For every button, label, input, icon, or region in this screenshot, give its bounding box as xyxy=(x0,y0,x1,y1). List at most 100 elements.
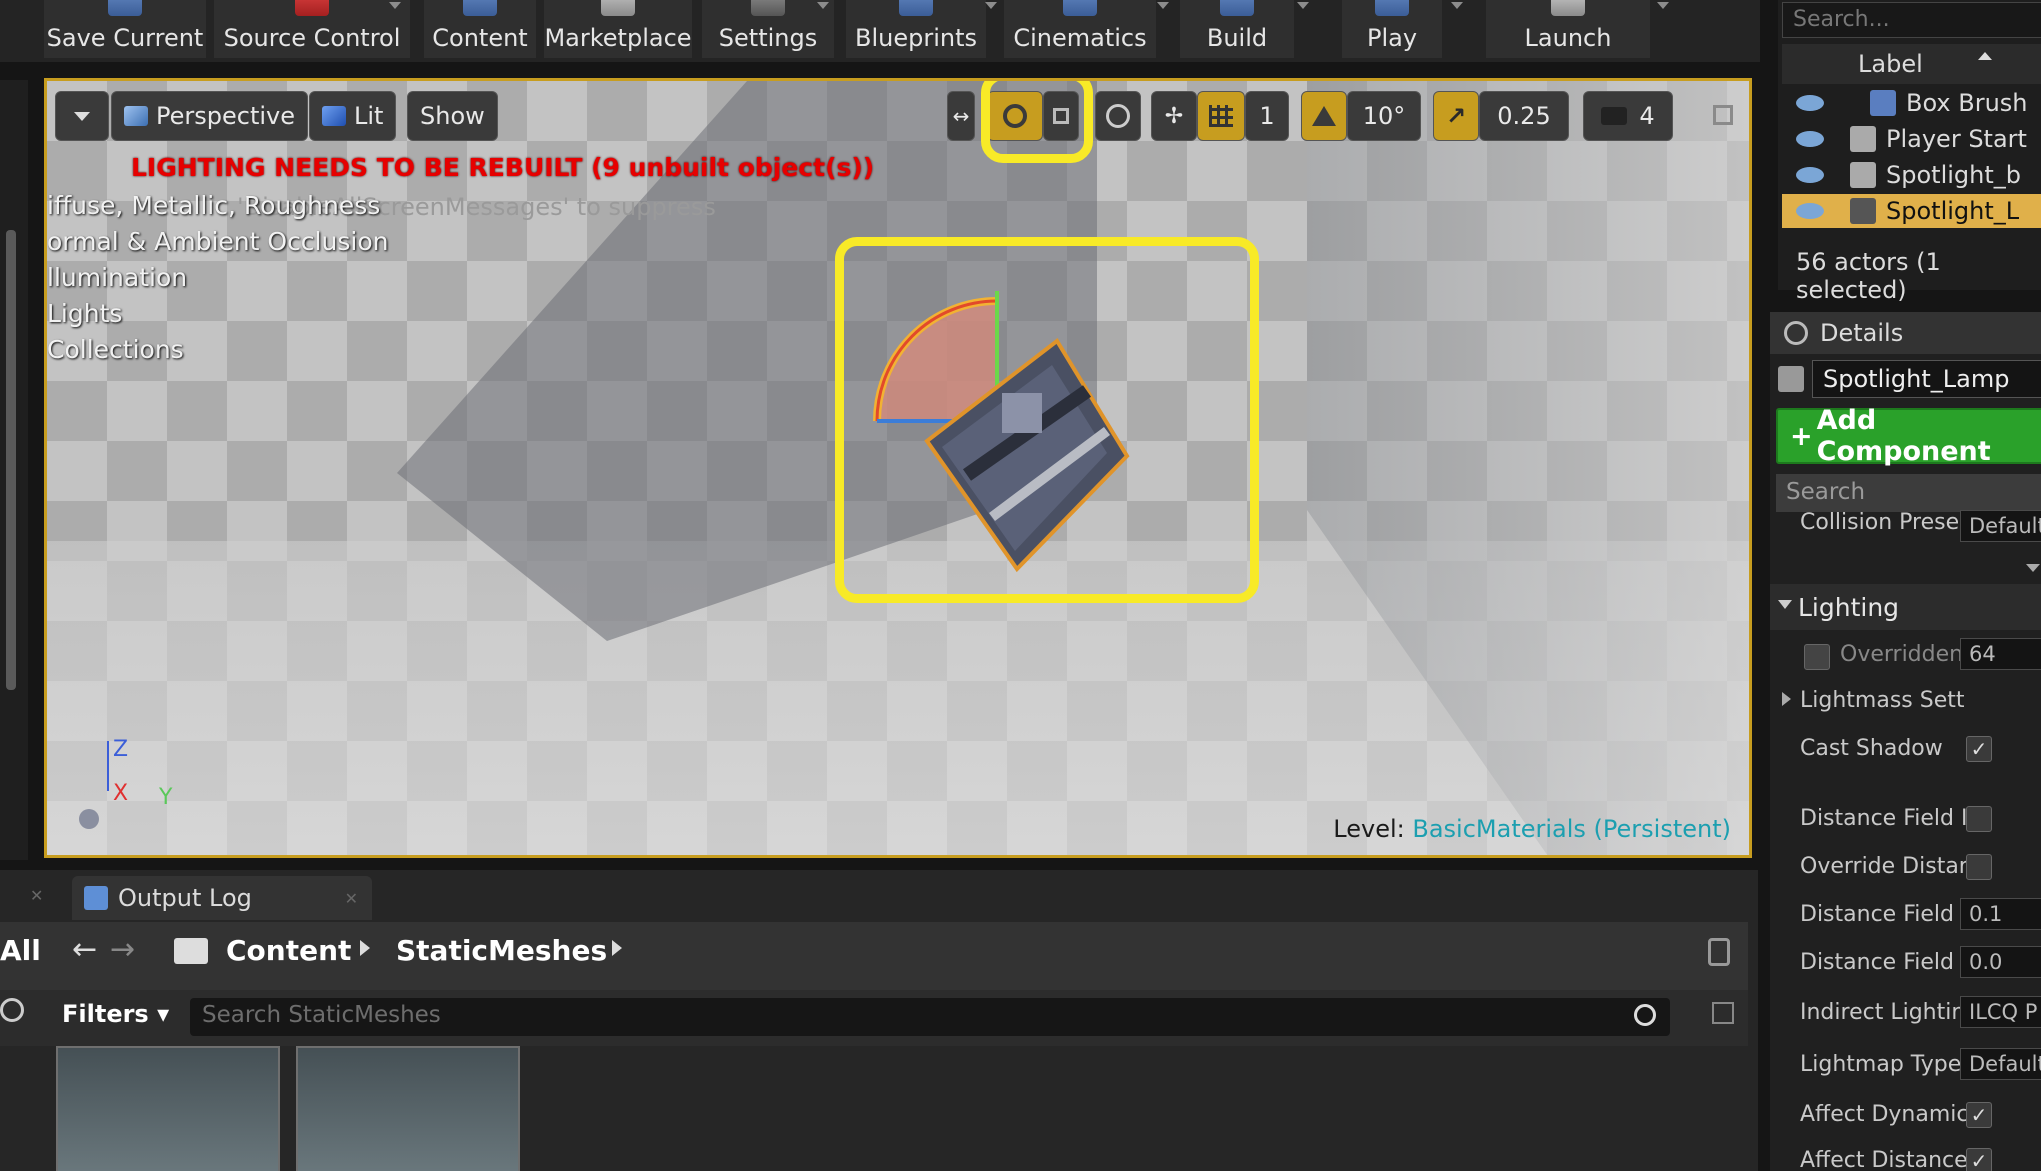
blueprints-button[interactable]: Blueprints xyxy=(846,0,997,58)
play-button[interactable]: Play xyxy=(1342,0,1463,58)
actor-icon xyxy=(1850,198,1876,224)
save-search-icon[interactable] xyxy=(1712,1002,1734,1024)
details-panel: Details Spotlight_Lamp + Add Component S… xyxy=(1770,312,2041,1171)
search-icon[interactable] xyxy=(1634,1004,1656,1026)
checkbox[interactable] xyxy=(1804,644,1830,670)
settings-button[interactable]: Settings xyxy=(702,0,834,58)
checkbox-checked[interactable]: ✓ xyxy=(1966,1148,1992,1171)
actor-icon xyxy=(1778,366,1804,392)
section-label: Lighting xyxy=(1798,592,1900,622)
eye-icon[interactable] xyxy=(1796,95,1824,111)
chevron-down-icon xyxy=(1778,600,1792,609)
property-row: Affect Dynamic ✓ xyxy=(1770,1092,2041,1136)
back-arrow-icon[interactable]: ← xyxy=(72,932,97,967)
chevron-right-icon[interactable] xyxy=(612,940,622,956)
play-label: Play xyxy=(1366,24,1418,52)
search-icon[interactable] xyxy=(0,998,24,1022)
property-row: Cast Shadow ✓ xyxy=(1770,726,2041,770)
checkbox[interactable] xyxy=(1966,854,1992,880)
tab-output-log[interactable]: Output Log ✕ xyxy=(72,876,372,920)
launch-button[interactable]: Launch xyxy=(1486,0,1669,58)
property-row: Collision Prese Default xyxy=(1770,508,2041,542)
filters-button[interactable]: Filters ▾ xyxy=(62,1000,169,1028)
outliner-search-placeholder: Search... xyxy=(1793,7,1890,32)
property-label: Affect Distance xyxy=(1800,1147,1968,1171)
property-value[interactable]: 0.1 xyxy=(1960,898,2041,930)
lock-icon[interactable] xyxy=(1708,938,1730,966)
add-component-button[interactable]: + Add Component xyxy=(1776,405,2041,467)
chevron-down-icon[interactable] xyxy=(2026,564,2040,572)
marketplace-button[interactable]: Marketplace xyxy=(544,0,692,58)
chevron-down-icon[interactable] xyxy=(1154,2,1172,12)
breadcrumb: All ← → Content StaticMeshes xyxy=(0,922,1748,990)
build-label: Build xyxy=(1206,24,1268,52)
all-label[interactable]: All xyxy=(0,934,41,967)
checkbox-checked[interactable]: ✓ xyxy=(1966,1102,1992,1128)
outliner-row[interactable]: Player Start xyxy=(1782,122,2041,156)
outliner-row[interactable]: Spotlight_b xyxy=(1782,158,2041,192)
property-value[interactable]: 64 xyxy=(1960,638,2041,670)
content-button[interactable]: Content xyxy=(424,0,536,58)
outliner-row[interactable]: Box Brush xyxy=(1782,86,2041,120)
property-row: Override Distan xyxy=(1770,844,2041,888)
level-name[interactable]: BasicMaterials (Persistent) xyxy=(1412,815,1731,843)
checkbox[interactable] xyxy=(1966,806,1992,832)
filter-bar: Filters ▾ Search StaticMeshes xyxy=(0,990,1748,1046)
property-value[interactable]: ILCQ P xyxy=(1960,996,2041,1028)
property-value[interactable]: 0.0 xyxy=(1960,946,2041,978)
editor-window: Save Current Source Control Content Mark… xyxy=(0,0,2041,1171)
outliner-search-input[interactable]: Search... xyxy=(1782,2,2041,38)
chevron-down-icon[interactable] xyxy=(1294,2,1312,12)
help-icon[interactable] xyxy=(79,809,99,829)
axis-x-label: X xyxy=(113,781,129,806)
eye-icon[interactable] xyxy=(1796,131,1824,147)
property-label: Cast Shadow xyxy=(1800,735,1943,761)
content-search-input[interactable]: Search StaticMeshes xyxy=(190,998,1670,1036)
asset-thumbnail[interactable] xyxy=(296,1046,520,1171)
outliner-row-selected[interactable]: Spotlight_L xyxy=(1782,194,2041,228)
close-icon[interactable]: ✕ xyxy=(345,889,358,908)
chevron-right-icon[interactable] xyxy=(360,940,370,956)
save-current-button[interactable]: Save Current xyxy=(44,0,206,58)
asset-thumbnail[interactable] xyxy=(56,1046,280,1171)
outliner-row-label: Spotlight_b xyxy=(1886,161,2021,189)
source-control-button[interactable]: Source Control xyxy=(214,0,410,58)
section-header-lighting[interactable]: Lighting xyxy=(1770,584,2041,630)
details-search-input[interactable]: Search xyxy=(1776,474,2041,512)
chevron-down-icon[interactable] xyxy=(982,2,1000,12)
chevron-down-icon[interactable] xyxy=(814,2,832,12)
scrollbar[interactable] xyxy=(6,230,16,690)
content-search-placeholder: Search StaticMeshes xyxy=(202,1002,441,1028)
details-tab[interactable]: Details xyxy=(1770,312,2041,354)
property-value[interactable]: Default xyxy=(1960,1048,2041,1080)
eye-icon[interactable] xyxy=(1796,203,1824,219)
breadcrumb-staticmeshes[interactable]: StaticMeshes xyxy=(396,934,607,967)
left-tool-strip xyxy=(0,80,28,860)
forward-arrow-icon[interactable]: → xyxy=(110,932,135,967)
checkbox-checked[interactable]: ✓ xyxy=(1966,736,1992,762)
plus-icon: + xyxy=(1790,420,1813,452)
eye-icon[interactable] xyxy=(1796,167,1824,183)
property-value[interactable]: Default xyxy=(1960,510,2041,542)
chevron-down-icon[interactable] xyxy=(1654,2,1672,12)
breadcrumb-content[interactable]: Content xyxy=(226,934,351,967)
chevron-right-icon[interactable] xyxy=(1782,692,1791,706)
level-label: Level: xyxy=(1333,815,1405,843)
lighting-warning: LIGHTING NEEDS TO BE REBUILT (9 unbuilt … xyxy=(131,153,875,182)
cinematics-button[interactable]: Cinematics xyxy=(1004,0,1169,58)
level-viewport[interactable]: Perspective Lit Show ↔ ✢ 1 10° ↗ 0.25 4 … xyxy=(44,78,1752,858)
property-row[interactable]: Lightmass Sett xyxy=(1770,678,2041,722)
property-label: Lightmap Type xyxy=(1800,1051,1962,1077)
details-title: Details xyxy=(1820,319,1904,347)
blueprint-icon xyxy=(899,0,933,16)
property-label: Distance Field S xyxy=(1800,949,1968,975)
build-button[interactable]: Build xyxy=(1180,0,1309,58)
actor-name-field[interactable]: Spotlight_Lamp xyxy=(1812,360,2041,398)
level-indicator: Level: BasicMaterials (Persistent) xyxy=(1333,815,1731,843)
property-label: Indirect Lighting xyxy=(1800,999,1968,1025)
outliner-column-label[interactable]: Label xyxy=(1782,44,2041,84)
chevron-down-icon[interactable] xyxy=(1448,2,1466,12)
blueprints-label: Blueprints xyxy=(854,24,977,52)
close-icon[interactable]: ✕ xyxy=(30,886,43,905)
chevron-down-icon[interactable] xyxy=(386,2,404,12)
